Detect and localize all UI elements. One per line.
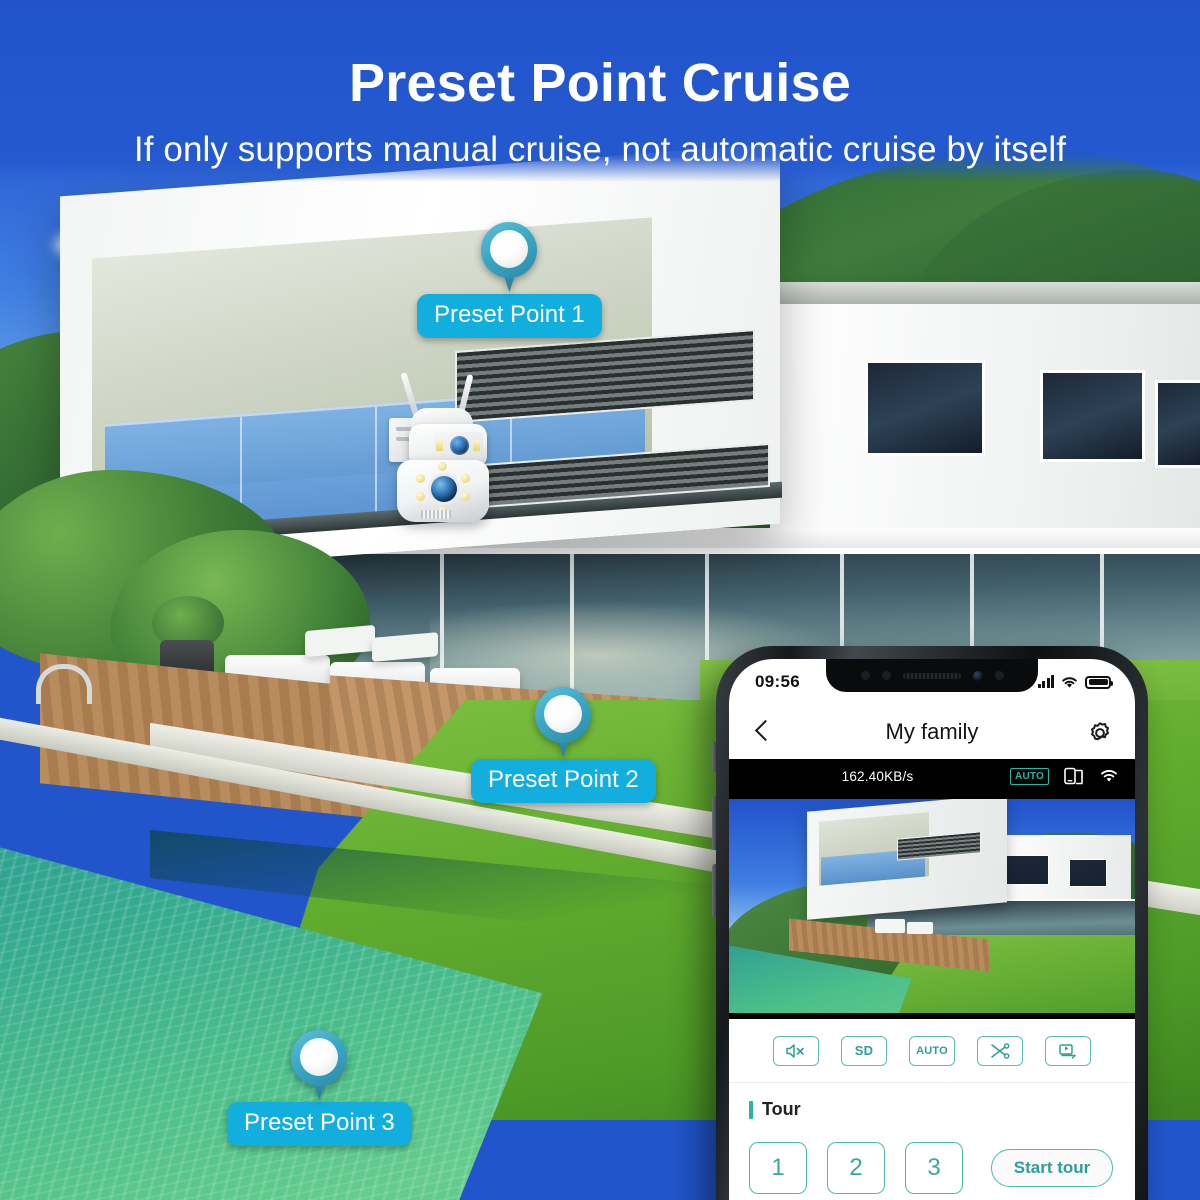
tour-section-title: Tour	[762, 1099, 801, 1119]
speaker-vent	[421, 510, 451, 519]
live-video-preview[interactable]	[729, 793, 1135, 1019]
bitrate-label: 162.40KB/s	[841, 768, 914, 784]
video-control-bar: SD AUTO	[729, 1019, 1135, 1083]
window	[1040, 370, 1145, 462]
snapshot-button[interactable]	[1045, 1035, 1091, 1066]
status-bar: 09:56	[729, 659, 1135, 705]
ir-led	[416, 492, 425, 501]
section-accent-bar	[749, 1100, 753, 1119]
ir-led	[416, 474, 425, 483]
quality-button[interactable]: SD	[841, 1035, 887, 1066]
auto-mode-button[interactable]: AUTO	[909, 1035, 955, 1066]
dual-lens-ptz-camera	[383, 372, 505, 528]
promo-banner-page: Preset Point 1 Preset Point 2 Preset Poi…	[0, 0, 1200, 1200]
wifi-icon	[1101, 770, 1117, 782]
stream-info-strip: 162.40KB/s AUTO	[729, 759, 1135, 793]
upper-lens-panel	[433, 432, 483, 460]
gear-icon[interactable]	[1085, 717, 1115, 747]
ir-led	[436, 440, 443, 451]
tour-preset-button-1[interactable]: 1	[749, 1142, 807, 1194]
battery-full-icon	[1085, 675, 1113, 689]
phone-frame: 09:56 My family 162.40KB/s AUTO SD AUTO …	[716, 646, 1148, 1200]
rotate-screen-icon[interactable]	[1063, 766, 1085, 786]
preset-point-label: Preset Point 2	[471, 759, 656, 803]
camera-lower-head	[397, 460, 489, 522]
speaker-muted-icon	[786, 1043, 804, 1058]
window	[1155, 380, 1200, 468]
wifi-icon	[1062, 676, 1077, 688]
ir-led	[438, 462, 447, 471]
pool-ladder	[36, 664, 92, 704]
page-title: Preset Point Cruise	[349, 53, 851, 113]
app-title: My family	[885, 719, 979, 744]
status-time: 09:56	[755, 672, 800, 691]
phone-notch	[826, 659, 1038, 692]
map-pin-icon	[535, 687, 592, 759]
preset-point-label: Preset Point 3	[227, 1102, 412, 1146]
scissors-icon	[991, 1042, 1010, 1059]
ir-led	[461, 474, 470, 483]
preset-point-label: Preset Point 1	[417, 294, 602, 338]
earpiece-speaker	[902, 672, 961, 679]
window	[865, 360, 985, 456]
tour-section-header: Tour	[749, 1099, 1115, 1120]
ir-led	[461, 492, 470, 501]
clip-button[interactable]	[977, 1035, 1023, 1066]
map-pin-icon	[481, 222, 538, 294]
tour-preset-button-2[interactable]: 2	[827, 1142, 885, 1194]
map-pin-icon	[291, 1030, 348, 1102]
mute-button[interactable]	[773, 1035, 819, 1066]
tour-preset-row: 1 2 3 Start tour	[749, 1142, 1115, 1194]
ir-led	[473, 440, 480, 451]
tour-section: Tour 1 2 3 Start tour	[729, 1083, 1135, 1200]
phone-screen: 09:56 My family 162.40KB/s AUTO SD AUTO …	[729, 659, 1135, 1200]
camera-lens	[431, 476, 457, 502]
camera-lens	[450, 436, 469, 455]
screenshot-share-icon	[1059, 1043, 1076, 1059]
chevron-left-icon[interactable]	[749, 719, 775, 745]
start-tour-button[interactable]: Start tour	[991, 1149, 1113, 1187]
phone-mockup: 09:56 My family 162.40KB/s AUTO SD AUTO …	[712, 646, 1148, 1200]
preset-point-marker-3[interactable]: Preset Point 3	[227, 1030, 412, 1146]
signal-bars-icon	[1037, 675, 1054, 688]
page-subtitle: If only supports manual cruise, not auto…	[133, 130, 1067, 169]
auto-quality-badge[interactable]: AUTO	[1010, 767, 1049, 785]
preset-point-marker-2[interactable]: Preset Point 2	[471, 687, 656, 803]
header-banner: Preset Point Cruise If only supports man…	[0, 0, 1200, 182]
front-camera	[972, 670, 983, 681]
villa-right-roof	[770, 282, 1200, 304]
preset-point-marker-1[interactable]: Preset Point 1	[417, 222, 602, 338]
app-nav-bar: My family	[729, 705, 1135, 759]
tour-preset-button-3[interactable]: 3	[905, 1142, 963, 1194]
